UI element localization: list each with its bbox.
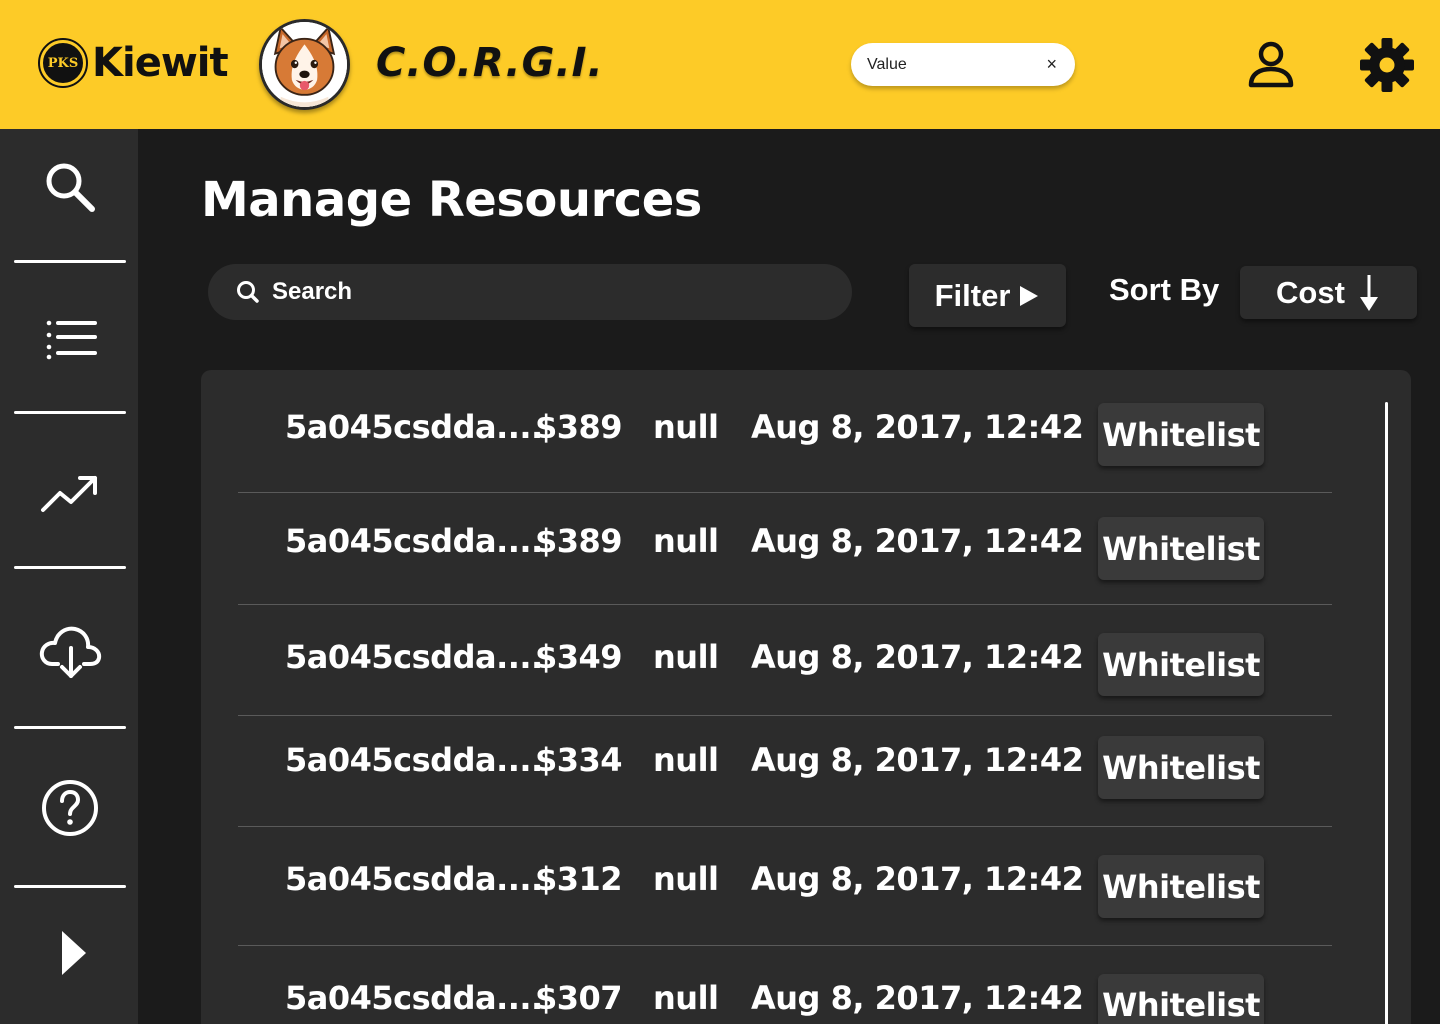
resource-cost: $389 <box>535 522 623 560</box>
sort-dropdown[interactable]: Cost <box>1240 266 1417 319</box>
page-title: Manage Resources <box>201 172 702 228</box>
close-icon[interactable]: × <box>1046 54 1057 75</box>
filter-chip[interactable]: Value × <box>851 43 1075 86</box>
play-icon <box>1020 285 1039 306</box>
row-divider <box>238 945 1332 946</box>
sidebar <box>0 129 138 1024</box>
resource-date: Aug 8, 2017, 12:42 <box>751 638 1084 676</box>
sidebar-item-expand[interactable] <box>34 913 106 985</box>
resource-cost: $312 <box>535 860 623 898</box>
search-bar[interactable]: Search <box>208 264 852 320</box>
resource-id: 5a045csdda.... <box>285 522 543 560</box>
user-icon[interactable] <box>1243 37 1299 93</box>
resource-date: Aug 8, 2017, 12:42 <box>751 860 1084 898</box>
resource-value: null <box>653 522 719 560</box>
top-bar: PKS Kiewit C.O.R.G.I. Value × <box>0 0 1440 129</box>
play-icon <box>62 931 86 975</box>
resource-value: null <box>653 979 719 1017</box>
resource-cost: $349 <box>535 638 623 676</box>
cloud-download-icon <box>39 626 102 678</box>
trending-up-icon <box>41 476 97 512</box>
resource-cost: $389 <box>535 408 623 446</box>
scrollbar[interactable] <box>1385 402 1388 1024</box>
row-divider <box>238 604 1332 605</box>
sort-value: Cost <box>1276 274 1345 310</box>
search-placeholder: Search <box>272 278 353 305</box>
sidebar-item-search[interactable] <box>34 151 106 223</box>
sidebar-item-download[interactable] <box>34 614 106 686</box>
sidebar-divider <box>14 885 126 888</box>
sidebar-divider <box>14 566 126 569</box>
list-icon <box>46 320 97 360</box>
resource-cost: $334 <box>535 741 623 779</box>
resource-cost: $307 <box>535 979 623 1017</box>
sort-by-label: Sort By <box>1109 272 1220 307</box>
brand-seal-icon: PKS <box>38 38 88 88</box>
sidebar-divider <box>14 260 126 263</box>
sidebar-item-trends[interactable] <box>34 458 106 530</box>
resource-value: null <box>653 860 719 898</box>
filter-label: Filter <box>934 277 1011 313</box>
whitelist-button[interactable]: Whitelist <box>1098 517 1264 580</box>
brand-logo[interactable]: PKS Kiewit <box>38 38 229 88</box>
whitelist-button[interactable]: Whitelist <box>1098 403 1264 466</box>
resource-value: null <box>653 638 719 676</box>
row-divider <box>238 492 1332 493</box>
gear-icon[interactable] <box>1359 37 1415 93</box>
search-icon <box>46 163 95 212</box>
filter-button[interactable]: Filter <box>909 264 1066 327</box>
resource-id: 5a045csdda.... <box>285 741 543 779</box>
help-circle-icon <box>42 780 98 836</box>
sidebar-divider <box>14 411 126 414</box>
resource-value: null <box>653 408 719 446</box>
filter-chip-value: Value <box>867 55 907 73</box>
row-divider <box>238 826 1332 827</box>
app-title: C.O.R.G.I. <box>376 40 604 86</box>
corgi-mascot-avatar <box>259 19 350 110</box>
resource-value: null <box>653 741 719 779</box>
resource-date: Aug 8, 2017, 12:42 <box>751 408 1084 446</box>
whitelist-button[interactable]: Whitelist <box>1098 633 1264 696</box>
whitelist-button[interactable]: Whitelist <box>1098 974 1264 1024</box>
row-divider <box>238 715 1332 716</box>
resource-id: 5a045csdda.... <box>285 979 543 1017</box>
resource-id: 5a045csdda.... <box>285 638 543 676</box>
sidebar-item-help[interactable] <box>34 772 106 844</box>
sidebar-divider <box>14 726 126 729</box>
resource-id: 5a045csdda.... <box>285 408 543 446</box>
resource-date: Aug 8, 2017, 12:42 <box>751 979 1084 1017</box>
brand-name: Kiewit <box>92 40 229 86</box>
resource-date: Aug 8, 2017, 12:42 <box>751 741 1084 779</box>
resource-table <box>201 370 1411 1024</box>
resource-id: 5a045csdda.... <box>285 860 543 898</box>
resource-date: Aug 8, 2017, 12:42 <box>751 522 1084 560</box>
sidebar-item-list[interactable] <box>34 303 106 375</box>
whitelist-button[interactable]: Whitelist <box>1098 855 1264 918</box>
arrow-down-icon <box>1359 274 1378 311</box>
whitelist-button[interactable]: Whitelist <box>1098 736 1264 799</box>
search-icon <box>237 281 259 303</box>
